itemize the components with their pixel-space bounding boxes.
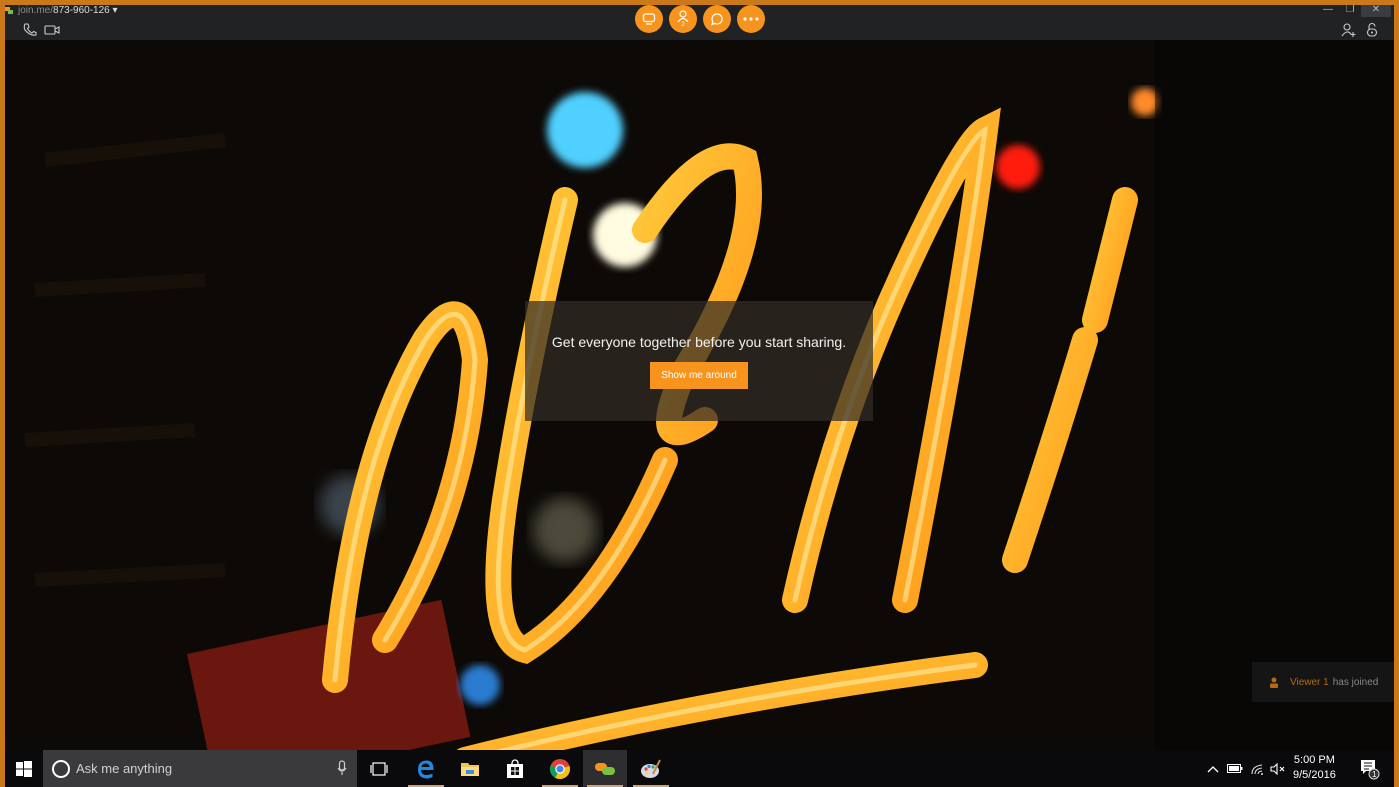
task-view-button[interactable] — [357, 750, 401, 787]
notification-icon — [1361, 759, 1380, 779]
clock-time: 5:00 PM — [1293, 754, 1335, 766]
join-me-logo-icon — [5, 7, 13, 14]
clock-date: 9/5/2016 — [1293, 769, 1336, 781]
url-prefix: join.me/ — [18, 5, 54, 16]
notification-count: 1 — [1372, 770, 1377, 779]
task-view-icon — [370, 761, 388, 776]
video-camera-icon[interactable] — [43, 22, 61, 38]
chrome-icon — [549, 758, 570, 779]
title-bar: join.me/873-960-126 ▾ 2 — ❐ ✕ — [5, 5, 1394, 40]
chevron-down-icon[interactable]: ▾ — [113, 5, 118, 16]
show-hidden-icons-button[interactable] — [1205, 750, 1221, 787]
edge-browser-icon — [418, 760, 434, 778]
screen-share-icon — [642, 13, 656, 25]
cortana-search-box[interactable]: Ask me anything — [43, 750, 357, 787]
battery-button[interactable] — [1225, 750, 1245, 787]
start-button[interactable] — [5, 750, 43, 787]
wifi-icon — [1251, 763, 1263, 775]
paint-palette-icon — [641, 759, 661, 778]
joined-text: has joined — [1332, 676, 1379, 688]
join-me-window: join.me/873-960-126 ▾ 2 — ❐ ✕ Get everyo… — [5, 5, 1394, 750]
network-button[interactable] — [1248, 750, 1266, 787]
restore-button[interactable]: ❐ — [1339, 5, 1361, 17]
action-center-button[interactable]: 1 — [1355, 750, 1385, 787]
taskbar-paint[interactable] — [629, 750, 673, 787]
chat-button[interactable] — [703, 5, 731, 33]
system-clock[interactable]: 5:00 PM 9/5/2016 — [1293, 753, 1336, 783]
cortana-icon — [52, 760, 70, 778]
store-icon — [507, 758, 523, 778]
welcome-message: Get everyone together before you start s… — [551, 334, 847, 350]
meeting-id: 873-960-126 — [53, 5, 110, 16]
chevron-up-icon — [1207, 765, 1219, 772]
taskbar-edge[interactable] — [404, 750, 448, 787]
chat-icon — [711, 13, 723, 26]
viewer-name: Viewer 1 — [1290, 676, 1329, 688]
microphone-icon[interactable] — [337, 760, 347, 776]
lock-icon[interactable] — [1364, 22, 1380, 38]
participants-icon — [677, 10, 689, 22]
share-screen-button[interactable] — [635, 5, 663, 33]
taskbar-chrome[interactable] — [538, 750, 582, 787]
folder-icon — [461, 762, 479, 776]
search-placeholder: Ask me anything — [76, 761, 173, 776]
viewer-joined-notification: Viewer 1 has joined — [1252, 662, 1394, 702]
more-button[interactable] — [737, 5, 765, 33]
person-icon — [1270, 677, 1278, 688]
more-icon — [743, 17, 759, 21]
minimize-button[interactable]: — — [1317, 5, 1339, 17]
taskbar-join-me[interactable] — [583, 750, 627, 787]
join-me-icon — [595, 762, 615, 775]
battery-icon — [1227, 764, 1243, 773]
meeting-url[interactable]: join.me/873-960-126 ▾ — [18, 5, 118, 16]
volume-muted-icon — [1270, 762, 1285, 775]
volume-button[interactable] — [1268, 750, 1288, 787]
close-button[interactable]: ✕ — [1361, 5, 1391, 17]
show-me-around-button[interactable]: Show me around — [650, 362, 748, 389]
windows-logo-icon — [16, 760, 32, 777]
windows-taskbar: Ask me anything 5:00 PM 9/5/2016 1 — [5, 750, 1394, 787]
taskbar-store[interactable] — [493, 750, 537, 787]
participants-button[interactable]: 2 — [669, 5, 697, 33]
participants-count: 2 — [681, 22, 685, 28]
welcome-overlay: Get everyone together before you start s… — [525, 301, 873, 421]
meeting-toolbar: 2 — [635, 5, 765, 35]
add-person-icon[interactable] — [1341, 22, 1357, 38]
taskbar-file-explorer[interactable] — [448, 750, 492, 787]
phone-icon[interactable] — [21, 22, 39, 38]
